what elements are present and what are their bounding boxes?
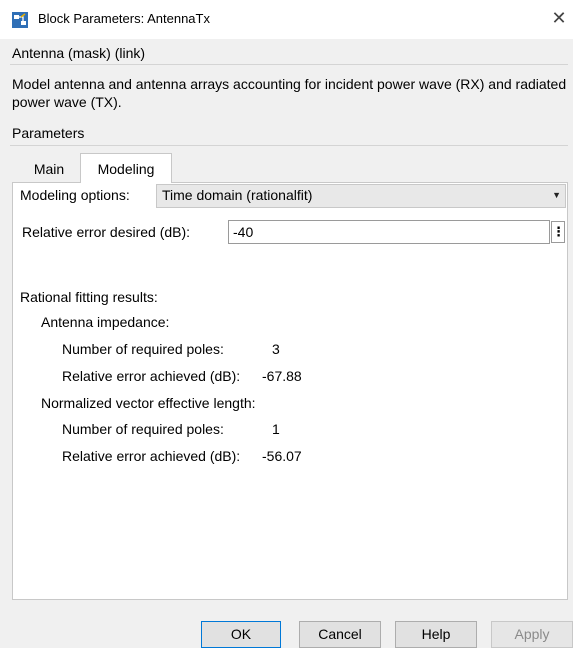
apply-button[interactable]: Apply: [491, 621, 573, 648]
ok-button[interactable]: OK: [201, 621, 281, 648]
tab-modeling[interactable]: Modeling: [80, 153, 172, 183]
modeling-options-dropdown[interactable]: Time domain (rationalfit) ▼: [156, 184, 566, 208]
vector-poles-label: Number of required poles:: [62, 421, 224, 437]
help-button[interactable]: Help: [395, 621, 477, 648]
impedance-error-label: Relative error achieved (dB):: [62, 368, 241, 384]
modeling-options-value: Time domain (rationalfit): [162, 187, 313, 203]
antenna-impedance-heading: Antenna impedance:: [41, 314, 170, 330]
more-options-icon[interactable]: ⋮: [551, 221, 565, 243]
parameters-heading: Parameters: [12, 125, 85, 141]
block-description: Model antenna and antenna arrays account…: [12, 76, 567, 110]
divider: [10, 145, 568, 146]
impedance-error-value: -67.88: [262, 368, 302, 384]
vector-error-value: -56.07: [262, 448, 302, 464]
close-icon[interactable]: ✕: [549, 8, 569, 28]
dropdown-arrow-icon: ▼: [552, 190, 561, 200]
modeling-options-label: Modeling options:: [20, 187, 130, 203]
cancel-button[interactable]: Cancel: [299, 621, 381, 648]
title-bar[interactable]: Block Parameters: AntennaTx ✕: [0, 0, 573, 39]
vector-poles-value: 1: [272, 421, 280, 437]
modeling-tab-panel: [12, 182, 568, 600]
impedance-poles-label: Number of required poles:: [62, 341, 224, 357]
block-name: Antenna (mask) (link): [12, 45, 146, 61]
vector-length-heading: Normalized vector effective length:: [41, 395, 256, 411]
impedance-poles-value: 3: [272, 341, 280, 357]
relative-error-label: Relative error desired (dB):: [22, 224, 191, 240]
divider: [10, 64, 568, 65]
window-title: Block Parameters: AntennaTx: [38, 11, 210, 26]
relative-error-input[interactable]: [228, 220, 550, 244]
simulink-block-icon: [12, 12, 28, 28]
results-heading: Rational fitting results:: [20, 289, 158, 305]
vector-error-label: Relative error achieved (dB):: [62, 448, 241, 464]
tab-main[interactable]: Main: [18, 156, 80, 182]
